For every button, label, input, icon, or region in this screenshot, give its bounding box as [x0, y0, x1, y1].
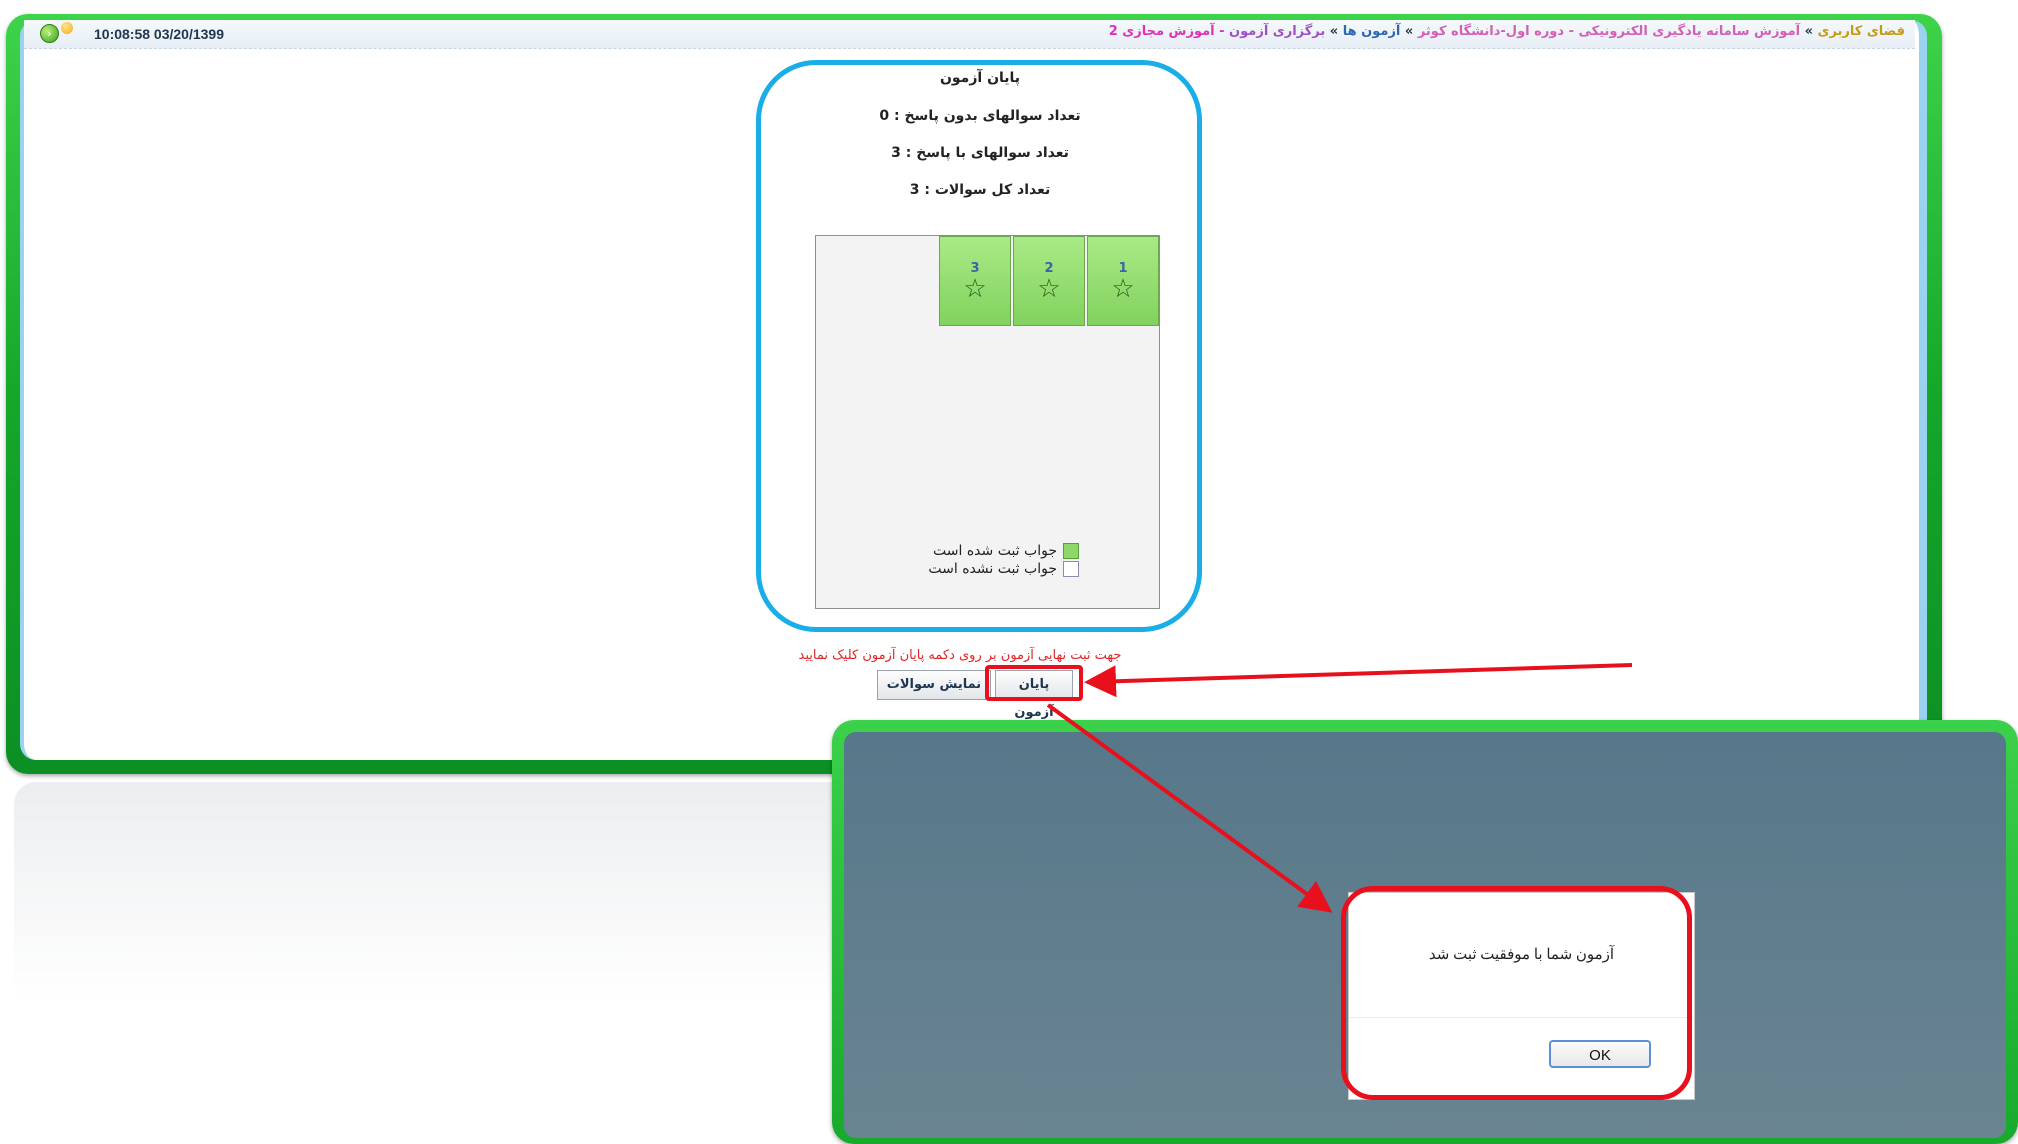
answered-swatch	[1063, 543, 1079, 559]
star-outline-icon: ☆	[1037, 274, 1061, 304]
total-count: تعداد کل سوالات : 3	[909, 182, 1051, 198]
breadcrumb: فضای کاربری » آموزش سامانه یادگیری الکتر…	[1109, 24, 1905, 39]
question-cell-2[interactable]: 2 ☆	[1013, 236, 1085, 326]
final-submit-note: جهت ثبت نهایی آزمون بر روی دکمه پایان آز…	[798, 648, 1122, 663]
star-outline-icon: ☆	[963, 274, 987, 304]
breadcrumb-segment: »	[1800, 24, 1818, 39]
header-bar: › 10:08:58 03/20/1399 فضای کاربری » آموز…	[24, 20, 1915, 49]
dialog-highlight	[1341, 886, 1692, 1100]
breadcrumb-segment: »	[1325, 24, 1343, 39]
breadcrumb-segment[interactable]: آموزش سامانه یادگیری الکترونیکی - دوره ا…	[1418, 24, 1800, 39]
show-questions-button[interactable]: نمایش سوالات	[877, 670, 991, 700]
legend-unanswered: جواب ثبت نشده است	[928, 561, 1079, 577]
end-exam-highlight	[985, 665, 1083, 701]
question-grid: 1 ☆ 2 ☆ 3 ☆ جواب ثبت شده است جواب ثبت نش…	[815, 235, 1160, 609]
breadcrumb-segment[interactable]: فضای کاربری	[1818, 24, 1905, 39]
refresh-icon[interactable]: ›	[40, 24, 59, 43]
legend-answered: جواب ثبت شده است	[933, 543, 1079, 559]
datetime-label: 10:08:58 03/20/1399	[94, 26, 224, 42]
breadcrumb-segment[interactable]: - آموزش مجازی 2	[1109, 24, 1229, 39]
breadcrumb-segment[interactable]: برگزاری آزمون	[1229, 24, 1325, 39]
unanswered-swatch	[1063, 561, 1079, 577]
breadcrumb-segment[interactable]: آزمون ها	[1343, 24, 1401, 39]
answered-count: تعداد سوالهای با پاسخ : 3	[891, 145, 1069, 161]
exam-end-title: پایان آزمون	[939, 70, 1021, 86]
breadcrumb-segment: »	[1400, 24, 1418, 39]
header-icons: ›	[40, 22, 80, 44]
unanswered-count: تعداد سوالهای بدون پاسخ : 0	[879, 108, 1081, 124]
status-dot-icon	[61, 22, 73, 34]
legend-answered-label: جواب ثبت شده است	[933, 543, 1057, 559]
star-outline-icon: ☆	[1111, 274, 1135, 304]
question-cell-3[interactable]: 3 ☆	[939, 236, 1011, 326]
question-cell-1[interactable]: 1 ☆	[1087, 236, 1159, 326]
legend-unanswered-label: جواب ثبت نشده است	[928, 561, 1057, 577]
